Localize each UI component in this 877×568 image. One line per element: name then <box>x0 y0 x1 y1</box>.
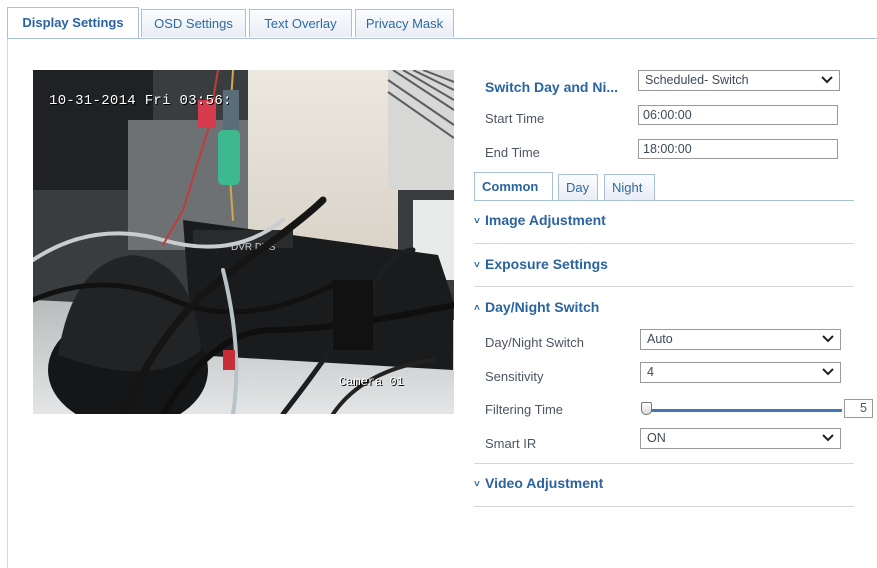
end-time-input[interactable]: 18:00:00 <box>638 139 838 159</box>
tab-day[interactable]: Day <box>558 174 598 200</box>
start-time-input[interactable]: 06:00:00 <box>638 105 838 125</box>
chevron-down-icon <box>822 434 834 442</box>
top-tab-bar: Display Settings OSD Settings Text Overl… <box>7 7 877 39</box>
smart-ir-select[interactable]: ON <box>640 428 841 449</box>
section-image-adjustment[interactable]: ˅ Image Adjustment <box>474 212 606 228</box>
start-time-label: Start Time <box>485 111 545 126</box>
tab-display-settings[interactable]: Display Settings <box>7 7 139 39</box>
chevron-down-icon <box>822 368 834 376</box>
smart-ir-value: ON <box>647 431 666 445</box>
chevron-down-icon <box>822 335 834 343</box>
chevron-down-icon: ˅ <box>474 479 480 490</box>
section-divider <box>474 506 854 507</box>
chevron-down-icon: ˅ <box>474 260 480 271</box>
osd-camera-name: Camera 01 <box>339 375 404 389</box>
sensitivity-label: Sensitivity <box>485 369 544 384</box>
page-border <box>7 39 8 568</box>
switch-day-night-value: Scheduled- Switch <box>645 73 749 87</box>
tab-bar-underline <box>7 38 877 39</box>
chevron-up-icon: ˄ <box>474 303 480 314</box>
section-title: Image Adjustment <box>485 212 606 228</box>
day-night-switch-value: Auto <box>647 332 673 346</box>
tab-night[interactable]: Night <box>604 174 655 200</box>
chevron-down-icon <box>821 76 833 84</box>
video-frame-image: DVR DVS <box>33 70 454 414</box>
day-night-switch-label: Day/Night Switch <box>485 335 584 350</box>
end-time-label: End Time <box>485 145 540 160</box>
tab-osd-settings[interactable]: OSD Settings <box>141 9 246 37</box>
tab-common[interactable]: Common <box>474 172 553 201</box>
osd-date-time: 10-31-2014 Fri 03:56: <box>49 93 232 109</box>
tab-text-overlay[interactable]: Text Overlay <box>249 9 352 37</box>
section-title: Video Adjustment <box>485 475 604 491</box>
section-title: Exposure Settings <box>485 256 608 272</box>
section-divider <box>474 243 854 244</box>
sensitivity-value: 4 <box>647 365 654 379</box>
section-exposure-settings[interactable]: ˅ Exposure Settings <box>474 256 608 272</box>
section-divider <box>474 463 854 464</box>
chevron-down-icon: ˅ <box>474 216 480 227</box>
filtering-time-value[interactable]: 5 <box>844 399 873 418</box>
switch-day-night-label: Switch Day and Ni... <box>485 79 619 95</box>
live-video-preview: DVR DVS 10-31-2014 Fri 03:56: Camera 01 <box>33 70 454 414</box>
section-divider <box>474 286 854 287</box>
tab-privacy-mask[interactable]: Privacy Mask <box>355 9 454 37</box>
filtering-time-slider-handle[interactable] <box>641 402 652 415</box>
sensitivity-select[interactable]: 4 <box>640 362 841 383</box>
filtering-time-slider-track[interactable] <box>650 409 842 412</box>
section-video-adjustment[interactable]: ˅ Video Adjustment <box>474 475 603 491</box>
settings-page: Display Settings OSD Settings Text Overl… <box>0 0 877 568</box>
day-night-switch-select[interactable]: Auto <box>640 329 841 350</box>
smart-ir-label: Smart IR <box>485 436 537 451</box>
filtering-time-label: Filtering Time <box>485 402 564 417</box>
section-day-night-switch[interactable]: ˄ Day/Night Switch <box>474 299 599 315</box>
mode-tab-underline <box>474 200 854 201</box>
section-title: Day/Night Switch <box>485 299 600 315</box>
switch-day-night-select[interactable]: Scheduled- Switch <box>638 70 840 91</box>
